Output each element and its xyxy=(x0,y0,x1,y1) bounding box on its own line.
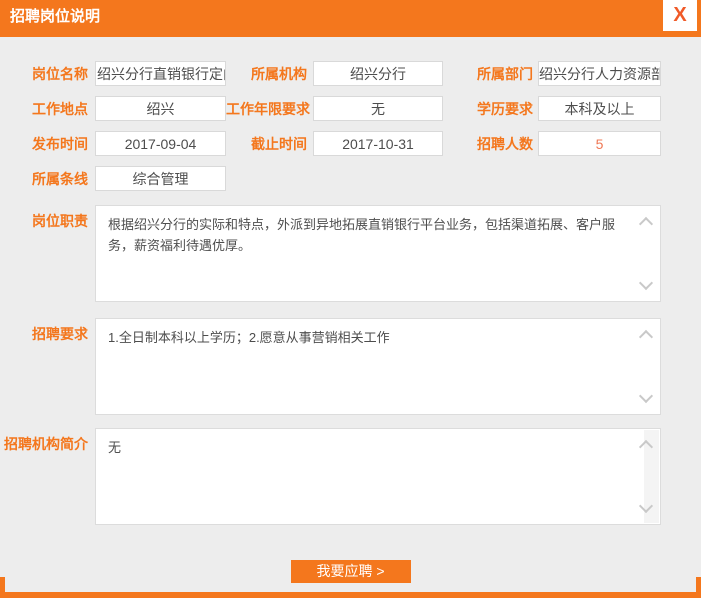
experience-label: 工作年限要求 xyxy=(226,99,307,119)
scroll-down-icon[interactable] xyxy=(639,276,653,290)
scroll-up-icon[interactable] xyxy=(639,440,653,454)
requirements-group: 招聘要求 1.全日制本科以上学历；2.愿意从事营销相关工作 xyxy=(0,318,701,415)
responsibilities-textarea[interactable]: 根据绍兴分行的实际和特点，外派到异地拓展直销银行平台业务，包括渠道拓展、客户服务… xyxy=(95,205,661,302)
org-intro-text: 无 xyxy=(108,440,121,455)
bottom-right-border-nub xyxy=(696,577,701,598)
education-label: 学历要求 xyxy=(443,99,533,119)
dialog-title: 招聘岗位说明 xyxy=(0,0,701,34)
publish-date-field[interactable] xyxy=(95,131,226,156)
experience-field[interactable] xyxy=(313,96,443,121)
scroll-up-icon[interactable] xyxy=(639,330,653,344)
business-line-field[interactable] xyxy=(95,166,226,191)
scroll-up-icon[interactable] xyxy=(639,217,653,231)
dialog-body: 岗位名称 所属机构 所属部门 工作地点 工作年限要求 学历要求 发布时间 截止时… xyxy=(0,37,701,583)
organization-field[interactable] xyxy=(313,61,443,86)
business-line-label: 所属条线 xyxy=(0,169,88,189)
bottom-border-bar xyxy=(0,592,701,598)
form-row-3: 发布时间 截止时间 招聘人数 xyxy=(0,131,701,156)
position-name-label: 岗位名称 xyxy=(0,64,88,84)
org-intro-label: 招聘机构简介 xyxy=(0,428,88,454)
responsibilities-label: 岗位职责 xyxy=(0,205,88,231)
publish-date-label: 发布时间 xyxy=(0,134,88,154)
organization-label: 所属机构 xyxy=(226,64,307,84)
deadline-label: 截止时间 xyxy=(226,134,307,154)
requirements-textarea[interactable]: 1.全日制本科以上学历；2.愿意从事营销相关工作 xyxy=(95,318,661,415)
form-row-2: 工作地点 工作年限要求 学历要求 xyxy=(0,96,701,121)
scroll-down-icon[interactable] xyxy=(639,499,653,513)
form-row-4: 所属条线 xyxy=(0,166,701,191)
education-field[interactable] xyxy=(538,96,661,121)
org-intro-group: 招聘机构简介 无 xyxy=(0,428,701,525)
department-field[interactable] xyxy=(538,61,661,86)
location-label: 工作地点 xyxy=(0,99,88,119)
responsibilities-text: 根据绍兴分行的实际和特点，外派到异地拓展直销银行平台业务，包括渠道拓展、客户服务… xyxy=(108,217,615,253)
position-name-field[interactable] xyxy=(95,61,226,86)
scroll-down-icon[interactable] xyxy=(639,389,653,403)
requirements-label: 招聘要求 xyxy=(0,318,88,344)
headcount-label: 招聘人数 xyxy=(443,134,533,154)
apply-button[interactable]: 我要应聘 > xyxy=(291,560,411,583)
department-label: 所属部门 xyxy=(443,64,533,84)
bottom-left-border-nub xyxy=(0,577,5,598)
responsibilities-group: 岗位职责 根据绍兴分行的实际和特点，外派到异地拓展直销银行平台业务，包括渠道拓展… xyxy=(0,205,701,302)
deadline-field[interactable] xyxy=(313,131,443,156)
org-intro-textarea[interactable]: 无 xyxy=(95,428,661,525)
headcount-field[interactable] xyxy=(538,131,661,156)
close-icon[interactable]: X xyxy=(663,0,697,31)
job-posting-dialog: 招聘岗位说明 X 岗位名称 所属机构 所属部门 工作地点 工作年限要求 学历要求… xyxy=(0,0,701,598)
requirements-text: 1.全日制本科以上学历；2.愿意从事营销相关工作 xyxy=(108,330,390,345)
location-field[interactable] xyxy=(95,96,226,121)
form-row-1: 岗位名称 所属机构 所属部门 xyxy=(0,61,701,86)
dialog-header: 招聘岗位说明 X xyxy=(0,0,701,37)
